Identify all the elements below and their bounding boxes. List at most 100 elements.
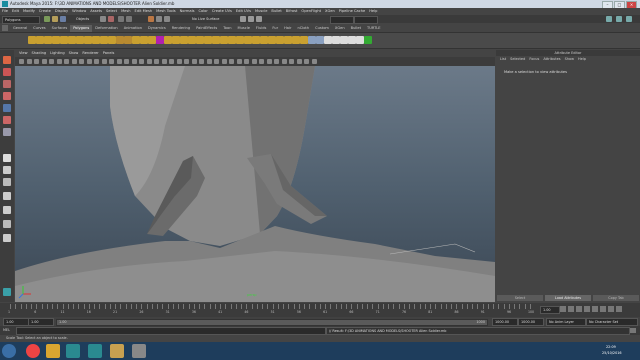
shelf-tab-animation[interactable]: Animation (121, 25, 145, 32)
shelf-tab-polygons[interactable]: Polygons (70, 25, 93, 32)
panel-tool-icon[interactable] (94, 59, 99, 64)
shelf-tab-turtle[interactable]: TURTLE (364, 25, 384, 32)
open-scene-icon[interactable] (52, 16, 58, 22)
script-editor-icon[interactable] (630, 328, 636, 333)
panel-tool-icon[interactable] (244, 59, 249, 64)
panel-tool-icon[interactable] (281, 59, 287, 64)
toggle-attribute-editor-icon[interactable] (616, 16, 622, 22)
panel-tool-icon[interactable] (116, 59, 122, 64)
script-editor-layout-icon[interactable] (3, 234, 11, 242)
menu-create[interactable]: Create (39, 8, 51, 15)
shelf-tab-fur[interactable]: Fur (269, 25, 281, 32)
paint-texture-icon[interactable] (364, 36, 372, 44)
ae-select-button[interactable]: Select (497, 295, 543, 301)
mirror-icon[interactable] (172, 36, 180, 44)
automatic-uv-icon[interactable] (348, 36, 356, 44)
panel-tool-icon[interactable] (131, 59, 137, 64)
toggle-channel-box-icon[interactable] (626, 16, 632, 22)
ae-menu-attributes[interactable]: Attributes (543, 56, 560, 62)
playback-end-field[interactable]: 1000.00 (492, 318, 518, 326)
go-to-end-icon[interactable] (616, 306, 622, 312)
shelf-tab-xgen[interactable]: XGen (332, 25, 348, 32)
menu-display[interactable]: Display (55, 8, 68, 15)
menu-color[interactable]: Color (198, 8, 207, 15)
bevel-icon[interactable] (292, 36, 300, 44)
rotate-tool-icon[interactable] (3, 104, 11, 112)
panel-tool-icon[interactable] (146, 59, 152, 64)
average-icon[interactable] (164, 36, 172, 44)
pyramid-icon[interactable] (84, 36, 92, 44)
end-time-field[interactable]: 1000.00 (518, 318, 544, 326)
scale-tool-icon[interactable] (3, 116, 11, 124)
panel-tool-icon[interactable] (206, 59, 212, 64)
ae-menu-show[interactable]: Show (565, 56, 574, 62)
booleans-icon[interactable] (148, 36, 156, 44)
paint-icon[interactable] (110, 344, 124, 358)
character-set-selector[interactable]: No Character Set (586, 318, 638, 326)
target-weld-icon[interactable] (276, 36, 284, 44)
panel-tool-icon[interactable] (191, 59, 197, 64)
panel-tool-icon[interactable] (214, 59, 219, 64)
panel-tool-icon[interactable] (79, 59, 84, 64)
shelf-tab-fluids[interactable]: Fluids (253, 25, 270, 32)
menu-edit-uvs[interactable]: Edit UVs (236, 8, 251, 15)
menu-edit[interactable]: Edit (12, 8, 19, 15)
panel-tool-icon[interactable] (221, 59, 227, 64)
chrome-icon[interactable] (26, 344, 40, 358)
panel-tool-icon[interactable] (289, 59, 294, 64)
torus-icon[interactable] (68, 36, 76, 44)
menu-assets[interactable]: Assets (90, 8, 102, 15)
menu-normals[interactable]: Normals (180, 8, 195, 15)
cylindrical-uv-icon[interactable] (332, 36, 340, 44)
shelf-tab-custom[interactable]: Custom (312, 25, 332, 32)
reduce-icon[interactable] (196, 36, 204, 44)
shelf-tab-rendering[interactable]: Rendering (169, 25, 193, 32)
smooth-icon[interactable] (156, 36, 164, 44)
panel-tool-icon[interactable] (41, 59, 47, 64)
split-icon[interactable] (236, 36, 244, 44)
platonic-icon[interactable] (116, 36, 124, 44)
ae-load-attributes-button[interactable]: Load Attributes (545, 295, 591, 301)
helix-icon[interactable] (100, 36, 108, 44)
range-bar[interactable]: 1.00 1000 (56, 319, 488, 326)
menu-muscle[interactable]: Muscle (255, 8, 267, 15)
offset-edge-loop-icon[interactable] (252, 36, 260, 44)
panel-menu-show[interactable]: Show (69, 50, 79, 57)
menu-mesh[interactable]: Mesh (121, 8, 130, 15)
ipr-render-icon[interactable] (248, 16, 254, 22)
ae-menu-help[interactable]: Help (578, 56, 586, 62)
perspective-viewport[interactable]: View Shading Lighting Show Renderer Panels pe… (15, 50, 495, 302)
file-explorer-icon[interactable] (46, 344, 60, 358)
new-scene-icon[interactable] (44, 16, 50, 22)
separate-icon[interactable] (132, 36, 140, 44)
panel-tool-icon[interactable] (26, 59, 32, 64)
spherical-uv-icon[interactable] (340, 36, 348, 44)
maya-taskbar-icon[interactable] (66, 344, 80, 358)
persp-outliner-layout-icon[interactable] (3, 178, 11, 186)
slide-edge-icon[interactable] (260, 36, 268, 44)
select-by-object-icon[interactable] (108, 16, 114, 22)
range-slider[interactable]: 1.00 1.00 1.00 1000 1000.00 1000.00 No A… (0, 317, 640, 326)
menu-pipeline-cache[interactable]: Pipeline Cache (339, 8, 365, 15)
panel-tool-icon[interactable] (56, 59, 62, 64)
panel-tool-icon[interactable] (101, 59, 107, 64)
sculpt-icon[interactable] (204, 36, 212, 44)
append-icon[interactable] (228, 36, 236, 44)
shelf-tab-toon[interactable]: Toon (220, 25, 234, 32)
cube-icon[interactable] (36, 36, 44, 44)
outliner-layout-icon[interactable] (3, 220, 11, 228)
panel-tool-icon[interactable] (259, 59, 264, 64)
step-forward-key-icon[interactable] (608, 306, 614, 312)
shelf-tab-deformation[interactable]: Deformation (92, 25, 120, 32)
uv-editor-icon[interactable] (356, 36, 364, 44)
panel-tool-icon[interactable] (86, 59, 92, 64)
fill-hole-icon[interactable] (188, 36, 196, 44)
panel-tool-icon[interactable] (296, 59, 302, 64)
last-tool-icon[interactable] (3, 128, 11, 136)
single-view-layout-icon[interactable] (3, 154, 11, 162)
panel-tool-icon[interactable] (64, 59, 69, 64)
panel-tool-icon[interactable] (169, 59, 174, 64)
panel-menu-lighting[interactable]: Lighting (50, 50, 65, 57)
panel-tool-icon[interactable] (251, 59, 257, 64)
shelf-tab-general[interactable]: General (10, 25, 30, 32)
